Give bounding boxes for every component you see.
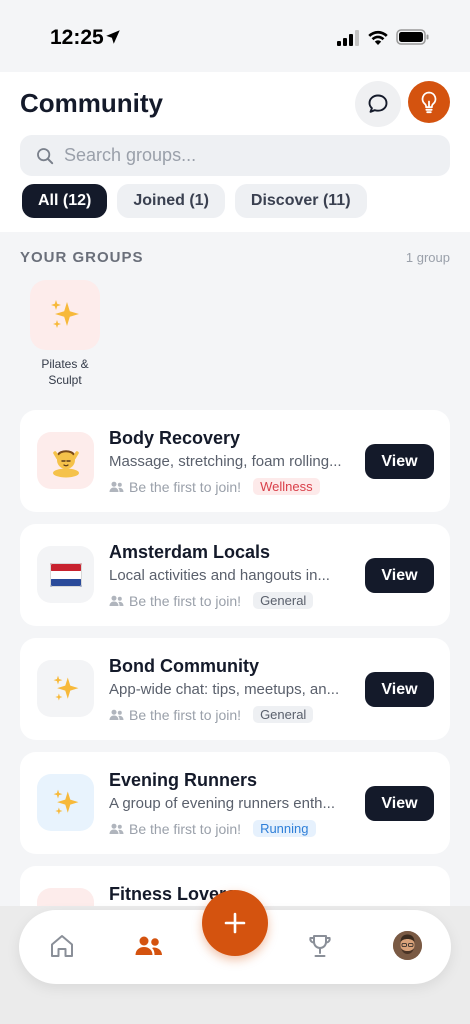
people-icon xyxy=(109,709,124,720)
location-arrow-icon xyxy=(106,30,120,44)
people-icon xyxy=(109,595,124,606)
group-title: Body Recovery xyxy=(109,428,241,448)
group-card-evening-runners[interactable]: Evening Runners A group of evening runne… xyxy=(20,752,450,854)
tab-discover[interactable]: Discover (11) xyxy=(234,184,367,218)
create-group-button[interactable] xyxy=(202,890,268,956)
page-title: Community xyxy=(20,88,163,118)
sparkles-icon xyxy=(53,789,78,815)
group-description: A group of evening runners enth... xyxy=(109,795,335,812)
group-meta: Be the first to join! General xyxy=(109,706,314,723)
massage-icon xyxy=(52,449,79,477)
group-meta: Be the first to join! General xyxy=(109,592,314,609)
status-time: 12:25 xyxy=(50,26,104,49)
join-hint: Be the first to join! xyxy=(129,706,242,723)
section-count: 1 group xyxy=(405,250,450,265)
your-groups-header: YOUR GROUPS 1 group xyxy=(20,249,450,266)
view-button[interactable]: View xyxy=(365,444,434,479)
sparkles-icon xyxy=(51,300,79,328)
view-button[interactable]: View xyxy=(365,672,434,707)
people-icon xyxy=(109,481,124,492)
join-hint: Be the first to join! xyxy=(129,478,242,495)
my-group-pilates[interactable]: Pilates & Sculpt xyxy=(30,280,100,388)
messages-button[interactable] xyxy=(355,81,401,127)
wifi-icon xyxy=(368,30,388,45)
battery-icon xyxy=(396,29,429,45)
category-tag: Wellness xyxy=(253,478,320,495)
view-button[interactable]: View xyxy=(365,558,434,593)
netherlands-flag-icon xyxy=(49,562,82,587)
lightbulb-icon xyxy=(421,91,437,114)
group-description: App-wide chat: tips, meetups, an... xyxy=(109,681,340,698)
chat-bubble-icon xyxy=(368,94,388,113)
group-meta: Be the first to join! Running xyxy=(109,820,316,837)
cellular-signal-icon xyxy=(337,30,359,46)
category-tag: General xyxy=(253,706,314,723)
my-group-label: Pilates & Sculpt xyxy=(41,357,89,387)
group-icon-tile xyxy=(37,660,94,717)
add-icon xyxy=(224,912,246,934)
group-card-body-recovery[interactable]: Body Recovery Massage, stretching, foam … xyxy=(20,410,450,512)
section-title: YOUR GROUPS xyxy=(20,249,144,266)
filter-tabs: All (12) Joined (1) Discover (11) xyxy=(22,184,367,218)
group-description: Local activities and hangouts in... xyxy=(109,567,330,584)
tips-button[interactable] xyxy=(408,81,450,123)
join-hint: Be the first to join! xyxy=(129,820,242,837)
avatar-icon xyxy=(393,931,422,960)
category-tag: Running xyxy=(253,820,316,837)
group-card-amsterdam-locals[interactable]: Amsterdam Locals Local activities and ha… xyxy=(20,524,450,626)
group-title: Evening Runners xyxy=(109,770,258,790)
group-icon-tile xyxy=(37,774,94,831)
group-title: Bond Community xyxy=(109,656,259,676)
profile-avatar[interactable] xyxy=(393,931,422,960)
home-icon[interactable] xyxy=(48,932,76,960)
tab-joined[interactable]: Joined (1) xyxy=(117,184,225,218)
people-icon xyxy=(109,823,124,834)
group-description: Massage, stretching, foam rolling... xyxy=(109,453,342,470)
group-card-bond-community[interactable]: Bond Community App-wide chat: tips, meet… xyxy=(20,638,450,740)
trophy-icon[interactable] xyxy=(306,932,334,960)
community-icon[interactable] xyxy=(134,933,164,959)
search-box[interactable] xyxy=(20,135,450,176)
sparkles-icon xyxy=(53,675,78,701)
group-icon-tile xyxy=(37,546,94,603)
status-bar: 12:25 xyxy=(0,0,470,72)
category-tag: General xyxy=(253,592,314,609)
tab-all[interactable]: All (12) xyxy=(22,184,108,218)
search-icon xyxy=(37,147,54,164)
group-icon-tile xyxy=(37,432,94,489)
view-button[interactable]: View xyxy=(365,786,434,821)
join-hint: Be the first to join! xyxy=(129,592,242,609)
group-meta: Be the first to join! Wellness xyxy=(109,478,320,495)
group-tile xyxy=(30,280,100,350)
header: Community All (12) Joined (1) Discover (… xyxy=(0,72,470,232)
group-title: Amsterdam Locals xyxy=(109,542,271,562)
search-input[interactable] xyxy=(64,145,424,166)
